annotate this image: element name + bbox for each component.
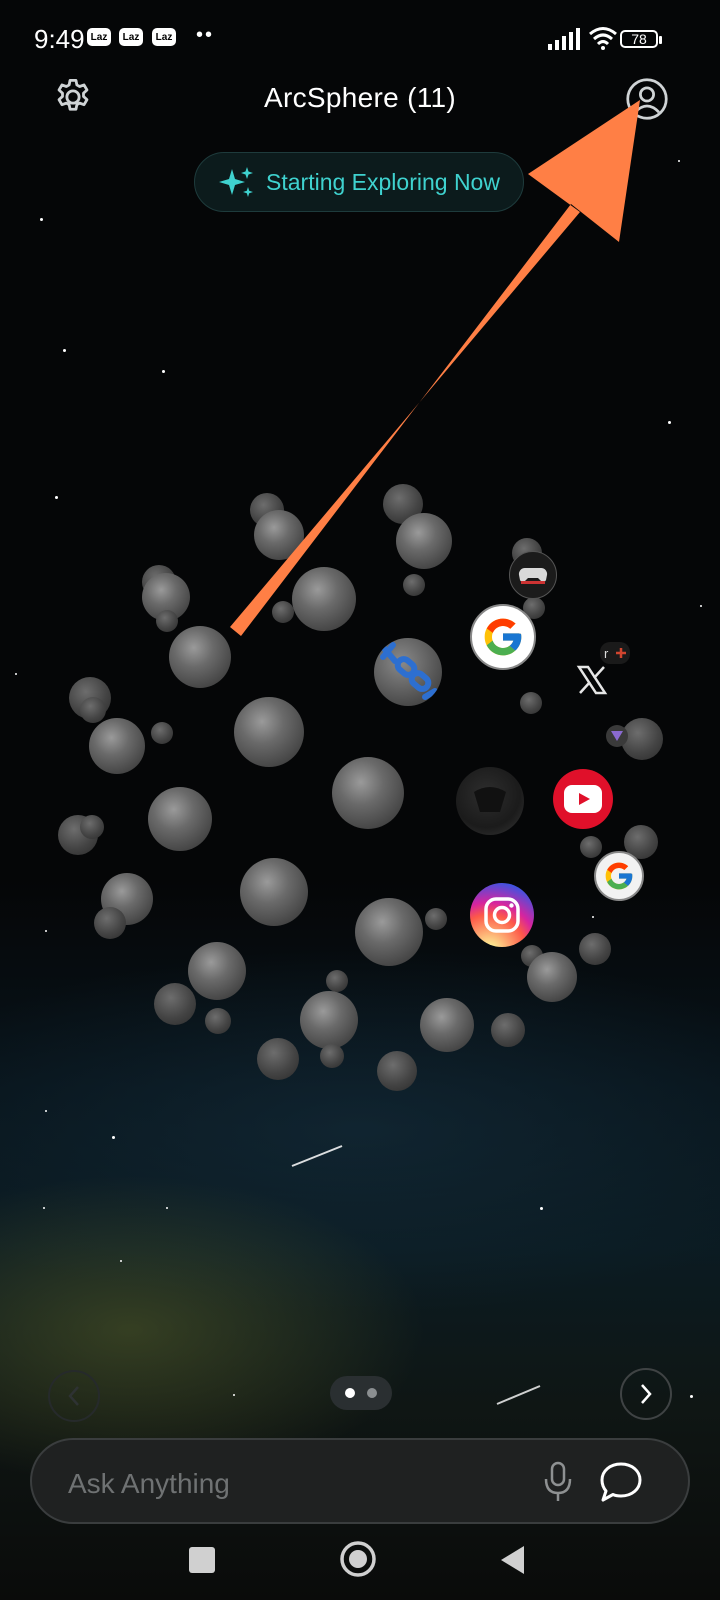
annotation-arrow [230,100,640,636]
chevron-left-icon [68,1386,79,1406]
microphone-button[interactable] [536,1460,580,1504]
sphere-orb[interactable] [80,815,104,839]
sphere-orb[interactable] [205,1008,231,1034]
back-icon [501,1546,524,1574]
shield-app-icon[interactable] [606,725,628,747]
sphere-orb[interactable] [240,858,308,926]
sphere-orb[interactable] [355,898,423,966]
sphere-orb[interactable] [326,970,348,992]
sphere-orb[interactable] [527,952,577,1002]
recent-apps-button[interactable] [182,1540,222,1580]
home-icon [340,1541,376,1577]
sphere-orb[interactable] [80,697,106,723]
sphere-orb[interactable] [94,907,126,939]
recent-apps-icon [189,1547,215,1573]
sphere-orb[interactable] [491,1013,525,1047]
shooting-star [496,1385,541,1405]
sphere-orb[interactable] [579,933,611,965]
sphere-orb[interactable] [320,1044,344,1068]
sphere-orb[interactable] [332,757,404,829]
sphere-orb[interactable] [151,722,173,744]
microphone-icon [544,1461,572,1501]
sphere-orb[interactable] [300,991,358,1049]
sphere-orb[interactable] [188,942,246,1000]
previous-page-button[interactable] [48,1370,100,1422]
chat-bubble-icon [600,1462,642,1502]
ask-input-bar[interactable]: Ask Anything [30,1438,690,1524]
page-indicator[interactable] [330,1376,392,1410]
sphere-orb[interactable] [377,1051,417,1091]
next-page-button[interactable] [620,1368,672,1420]
google-app-icon-small[interactable] [594,851,644,901]
sphere-orb[interactable] [420,998,474,1052]
chat-button[interactable] [596,1458,646,1506]
shooting-star [291,1145,343,1167]
instagram-app-icon[interactable] [470,883,534,947]
sphere-orb[interactable] [234,697,304,767]
ask-input[interactable]: Ask Anything [68,1468,230,1500]
sphere-orb[interactable] [257,1038,299,1080]
sphere-orb[interactable] [154,983,196,1025]
dark-app-icon[interactable] [456,767,524,835]
home-button[interactable] [336,1537,380,1581]
sphere-orb[interactable] [89,718,145,774]
page-dot-active[interactable] [345,1388,355,1398]
sphere-orb[interactable] [425,908,447,930]
sphere-orb[interactable] [580,836,602,858]
chevron-right-icon [641,1384,652,1404]
page-dot[interactable] [367,1388,377,1398]
sphere-orb[interactable] [148,787,212,851]
back-button[interactable] [492,1540,532,1580]
youtube-app-icon[interactable] [553,769,613,829]
